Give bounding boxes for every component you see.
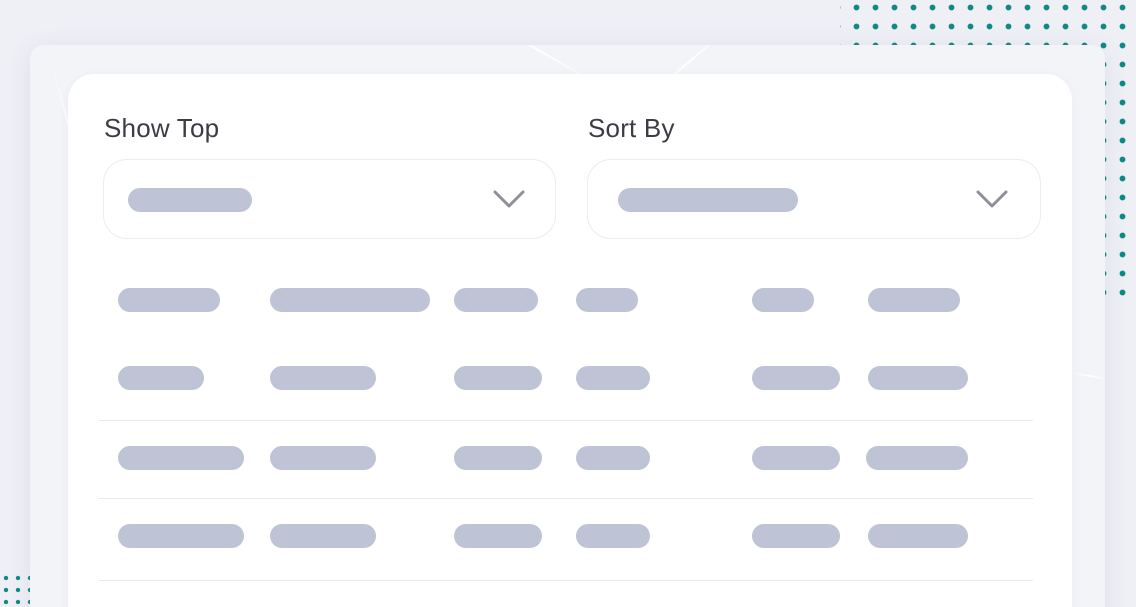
cell-placeholder — [118, 524, 244, 548]
cell-placeholder — [752, 524, 840, 548]
chevron-down-icon — [493, 190, 525, 208]
sort-by-select[interactable] — [587, 159, 1041, 239]
cell-placeholder — [118, 288, 220, 312]
chevron-down-icon — [976, 190, 1008, 208]
cell-placeholder — [866, 446, 968, 470]
cell-placeholder — [576, 524, 650, 548]
cell-placeholder — [576, 366, 650, 390]
cell-placeholder — [118, 446, 244, 470]
cell-placeholder — [454, 366, 542, 390]
sort-by-value-placeholder — [618, 188, 798, 212]
cell-placeholder — [454, 446, 542, 470]
cell-placeholder — [270, 288, 430, 312]
cell-placeholder — [576, 288, 638, 312]
cell-placeholder — [454, 524, 542, 548]
cell-placeholder — [270, 366, 376, 390]
row-divider — [99, 420, 1033, 421]
show-top-value-placeholder — [128, 188, 252, 212]
sort-by-label: Sort By — [588, 113, 675, 143]
cell-placeholder — [576, 446, 650, 470]
cell-placeholder — [270, 446, 376, 470]
cell-placeholder — [868, 366, 968, 390]
row-divider — [99, 498, 1033, 499]
cell-placeholder — [118, 366, 204, 390]
show-top-select[interactable] — [103, 159, 556, 239]
cell-placeholder — [868, 288, 960, 312]
cell-placeholder — [868, 524, 968, 548]
cell-placeholder — [752, 288, 814, 312]
row-divider — [99, 580, 1033, 581]
cell-placeholder — [752, 366, 840, 390]
cell-placeholder — [270, 524, 376, 548]
show-top-label: Show Top — [104, 113, 220, 143]
cell-placeholder — [752, 446, 840, 470]
leaderboard-screen: Show Top Sort By — [0, 0, 1136, 607]
cell-placeholder — [454, 288, 538, 312]
